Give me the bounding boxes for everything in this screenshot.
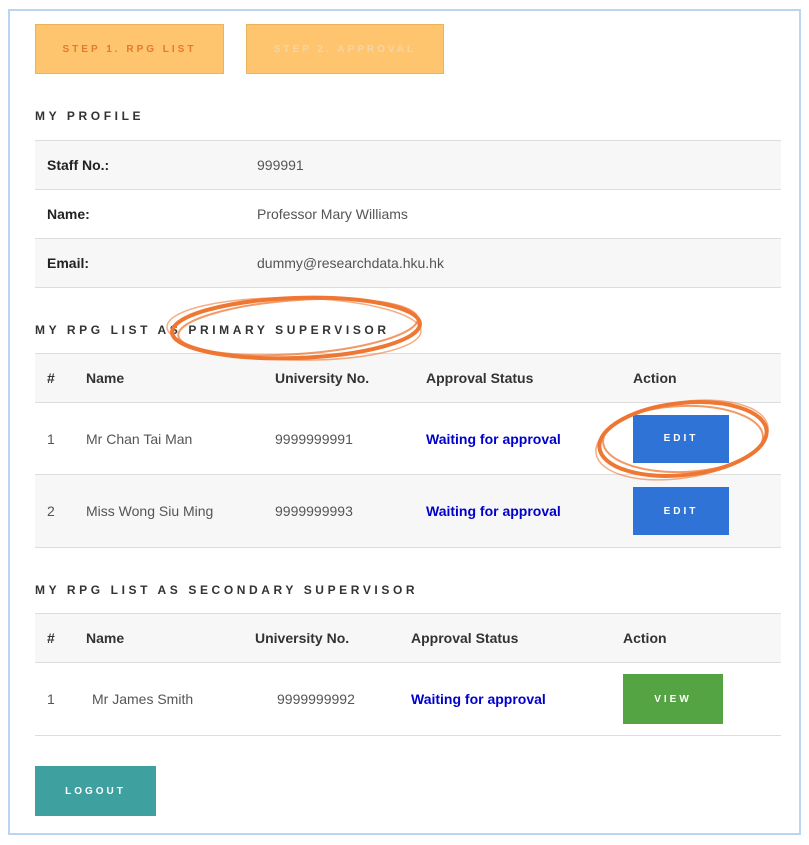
col-header-approval-status: Approval Status	[426, 370, 534, 386]
row-university-no: 9999999993	[275, 503, 353, 519]
profile-row-name: Name: Professor Mary Williams	[35, 189, 781, 239]
row-num: 1	[47, 430, 55, 447]
profile-row-staff-no: Staff No.: 999991	[35, 140, 781, 190]
col-header-action: Action	[633, 370, 677, 386]
edit-button[interactable]: EDIT	[633, 414, 729, 463]
col-header-num: #	[47, 370, 55, 386]
row-university-no: 9999999991	[275, 430, 353, 447]
row-num: 1	[47, 691, 55, 707]
col-header-name: Name	[86, 370, 125, 386]
col-header-university-no: University No.	[255, 630, 350, 646]
view-button[interactable]: VIEW	[623, 674, 723, 724]
col-header-name: Name	[86, 630, 125, 646]
table-header-row: # Name University No. Approval Status Ac…	[35, 353, 781, 403]
profile-label: Email:	[47, 255, 90, 271]
secondary-rpg-table: # Name University No. Approval Status Ac…	[35, 613, 781, 736]
step-2-approval-button[interactable]: STEP 2. APPROVAL	[246, 24, 444, 74]
table-row: 1 Mr James Smith 9999999992 Waiting for …	[35, 663, 781, 736]
profile-row-email: Email: dummy@researchdata.hku.hk	[35, 238, 781, 288]
row-approval-status: Waiting for approval	[426, 430, 561, 447]
table-row: 1 Mr Chan Tai Man 9999999991 Waiting for…	[35, 403, 781, 475]
row-num: 2	[47, 503, 55, 519]
row-name: Mr Chan Tai Man	[86, 430, 193, 447]
secondary-section-title: MY RPG LIST AS SECONDARY SUPERVISOR	[35, 583, 419, 597]
col-header-action: Action	[623, 630, 667, 646]
row-approval-status: Waiting for approval	[411, 691, 546, 707]
edit-button[interactable]: EDIT	[633, 487, 729, 535]
table-row: 2 Miss Wong Siu Ming 9999999993 Waiting …	[35, 474, 781, 548]
col-header-university-no: University No.	[275, 370, 370, 386]
profile-label: Staff No.:	[47, 157, 110, 173]
profile-label: Name:	[47, 206, 90, 222]
primary-section-title: MY RPG LIST AS PRIMARY SUPERVISOR	[35, 323, 390, 337]
col-header-num: #	[47, 630, 55, 646]
col-header-approval-status: Approval Status	[411, 630, 519, 646]
row-university-no: 9999999992	[277, 691, 355, 707]
row-name: Mr James Smith	[92, 691, 194, 707]
logout-button[interactable]: LOGOUT	[35, 766, 156, 816]
table-header-row: # Name University No. Approval Status Ac…	[35, 613, 781, 663]
profile-section-title: MY PROFILE	[35, 109, 145, 123]
row-approval-status: Waiting for approval	[426, 503, 561, 519]
primary-rpg-table: # Name University No. Approval Status Ac…	[35, 353, 781, 548]
step-1-rpg-list-button[interactable]: STEP 1. RPG LIST	[35, 24, 224, 74]
profile-table: Staff No.: 999991 Name: Professor Mary W…	[35, 140, 781, 288]
profile-value: dummy@researchdata.hku.hk	[257, 255, 444, 271]
row-name: Miss Wong Siu Ming	[86, 503, 214, 519]
profile-value: Professor Mary Williams	[257, 206, 408, 222]
profile-value: 999991	[257, 157, 304, 173]
